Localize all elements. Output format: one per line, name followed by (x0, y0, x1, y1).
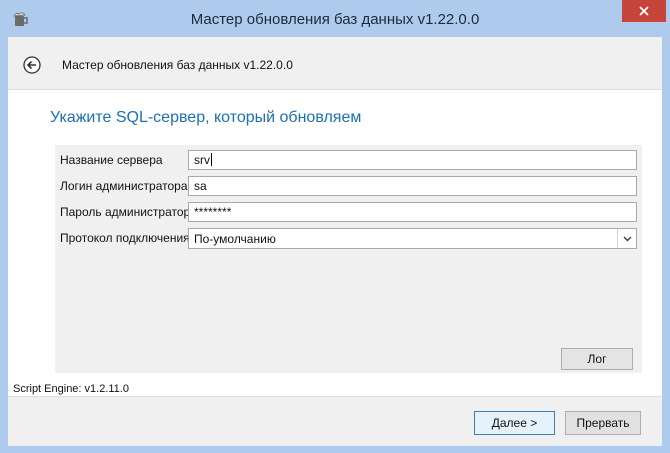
next-mnemonic: Д (491, 416, 500, 430)
wizard-content: Мастер обновления баз данных v1.22.0.0 У… (8, 37, 662, 446)
close-icon (639, 6, 649, 16)
protocol-label: Протокол подключения (60, 231, 190, 245)
back-button[interactable] (23, 56, 41, 74)
protocol-value: По-умолчанию (194, 232, 276, 246)
admin-login-input[interactable]: sa (188, 176, 637, 196)
page-heading: Укажите SQL-сервер, который обновляем (50, 109, 362, 126)
cancel-button[interactable]: Прервать (565, 411, 641, 435)
protocol-select[interactable]: По-умолчанию (188, 228, 637, 249)
next-label: алее > (499, 416, 538, 430)
chevron-down-icon (623, 236, 631, 241)
admin-login-label: Логин администратора (60, 179, 188, 193)
header-title: Мастер обновления баз данных v1.22.0.0 (62, 58, 293, 72)
script-engine-version: Script Engine: v1.2.11.0 (13, 383, 129, 395)
admin-password-label: Пароль администратора (60, 205, 197, 219)
back-arrow-icon (23, 56, 41, 74)
settings-panel: Название сервера srv Логин администратор… (55, 145, 642, 373)
dropdown-button[interactable] (617, 229, 636, 248)
log-button[interactable]: Лог (561, 348, 633, 370)
admin-login-value: sa (194, 179, 207, 193)
server-name-input[interactable]: srv (188, 150, 637, 170)
admin-password-input[interactable]: ******** (188, 202, 637, 222)
server-name-label: Название сервера (60, 153, 163, 167)
close-button[interactable] (622, 0, 666, 22)
title-bar[interactable]: Мастер обновления баз данных v1.22.0.0 (0, 0, 670, 37)
window-title: Мастер обновления баз данных v1.22.0.0 (190, 11, 480, 28)
button-bar: Далее > Прервать (8, 396, 662, 446)
next-button[interactable]: Далее > (474, 411, 555, 435)
admin-password-value: ******** (194, 205, 232, 219)
wizard-window: Мастер обновления баз данных v1.22.0.0 М… (0, 0, 670, 453)
text-cursor (211, 153, 212, 166)
server-name-value: srv (194, 153, 210, 167)
wizard-header: Мастер обновления баз данных v1.22.0.0 (8, 37, 662, 90)
